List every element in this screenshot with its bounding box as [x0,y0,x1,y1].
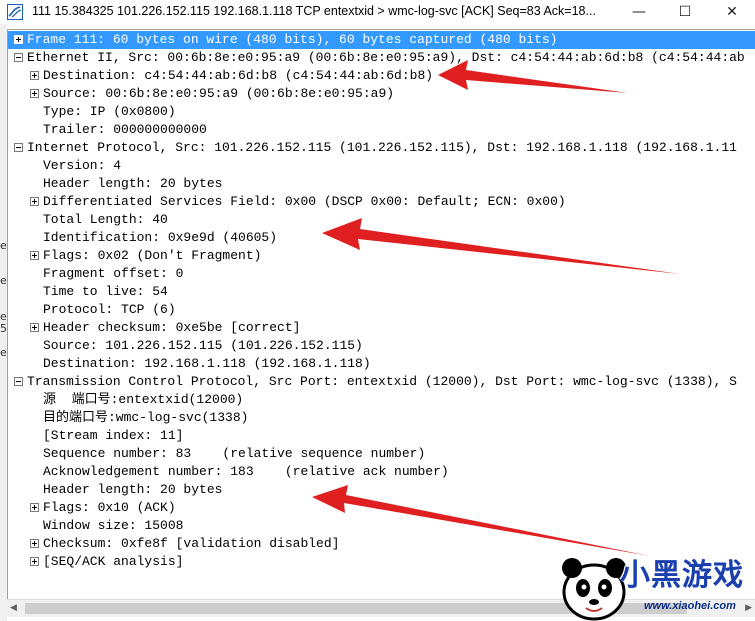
collapse-icon[interactable] [14,53,23,62]
tree-row-text: Window size: 15008 [43,518,184,533]
strip-char: e [0,346,7,359]
scroll-left-icon[interactable]: ◀ [10,603,17,613]
tree-protocol-row[interactable]: Ethernet II, Src: 00:6b:8e:e0:95:a9 (00:… [8,49,755,67]
strip-char: 5 [0,322,7,335]
tree-row-text: Destination: c4:54:44:ab:6d:b8 (c4:54:44… [43,68,434,83]
tree-field-row[interactable]: Destination: c4:54:44:ab:6d:b8 (c4:54:44… [8,67,755,85]
tree-row-text: [Stream index: 11] [43,428,184,443]
tree-field-row[interactable]: Acknowledgement number: 183 (relative ac… [8,463,755,481]
tree-field-row[interactable]: 源 端口号:entextxid(12000) [8,391,755,409]
tree-field-row[interactable]: Version: 4 [8,157,755,175]
tree-row-text: Differentiated Services Field: 0x00 (DSC… [43,194,566,209]
tree-row-text: Version: 4 [43,158,122,173]
title-bar: 111 15.384325 101.226.152.115 192.168.1.… [0,0,755,24]
tree-row-text: Source: 101.226.152.115 (101.226.152.115… [43,338,363,353]
tree-field-row[interactable]: Protocol: TCP (6) [8,301,755,319]
tree-field-row[interactable]: Trailer: 000000000000 [8,121,755,139]
expand-icon[interactable] [30,197,39,206]
tree-field-row[interactable]: Identification: 0x9e9d (40605) [8,229,755,247]
tree-row-text: 目的端口号:wmc-log-svc(1338) [43,410,249,425]
collapse-icon[interactable] [14,143,23,152]
tree-field-row[interactable]: Flags: 0x02 (Don't Fragment) [8,247,755,265]
expand-icon[interactable] [30,323,39,332]
expand-icon[interactable] [30,89,39,98]
tree-field-row[interactable]: Time to live: 54 [8,283,755,301]
expand-icon[interactable] [30,71,39,80]
watermark-url: www.xiaohei.com [644,600,736,612]
panda-logo [562,558,626,621]
tree-row-text: Trailer: 000000000000 [43,122,207,137]
tree-row-text: Type: IP (0x0800) [43,104,176,119]
tree-row-text: Protocol: TCP (6) [43,302,176,317]
expand-icon[interactable] [30,557,39,566]
close-button[interactable]: ✕ [709,0,755,24]
tree-field-row[interactable]: Window size: 15008 [8,517,755,535]
tree-row-text: Fragment offset: 0 [43,266,184,281]
tree-row-text: Checksum: 0xfe8f [validation disabled] [43,536,340,551]
expand-icon[interactable] [14,35,23,44]
tree-field-row[interactable]: Source: 101.226.152.115 (101.226.152.115… [8,337,755,355]
tree-field-row[interactable]: Header length: 20 bytes [8,175,755,193]
collapse-icon[interactable] [14,377,23,386]
tree-row-text: Ethernet II, Src: 00:6b:8e:e0:95:a9 (00:… [27,50,745,65]
watermark: 小黑游戏 www.xiaohei.com [560,548,755,621]
minimize-icon: — [632,4,646,20]
packet-details-tree[interactable]: Frame 111: 60 bytes on wire (480 bits), … [7,29,755,600]
tree-field-row[interactable]: Header checksum: 0xe5be [correct] [8,319,755,337]
tree-field-row[interactable]: Differentiated Services Field: 0x00 (DSC… [8,193,755,211]
tree-row-text: Time to live: 54 [43,284,168,299]
tree-row-text: [SEQ/ACK analysis] [43,554,184,569]
tree-row-text: Sequence number: 83 (relative sequence n… [43,446,426,461]
background-window-strip: e e e 5 e [0,24,7,621]
tree-row-text: Frame 111: 60 bytes on wire (480 bits), … [27,32,558,47]
tree-row-text: Flags: 0x02 (Don't Fragment) [43,248,262,263]
tree-row-text: Transmission Control Protocol, Src Port:… [27,374,737,389]
tree-row-text: Flags: 0x10 (ACK) [43,500,176,515]
tree-protocol-row[interactable]: Frame 111: 60 bytes on wire (480 bits), … [8,31,755,49]
tree-protocol-row[interactable]: Internet Protocol, Src: 101.226.152.115 … [8,139,755,157]
close-icon: ✕ [726,4,738,20]
tree-row-text: Source: 00:6b:8e:e0:95:a9 (00:6b:8e:e0:9… [43,86,395,101]
maximize-button[interactable]: ☐ [662,0,708,24]
maximize-icon: ☐ [678,4,692,20]
expand-icon[interactable] [30,251,39,260]
tree-field-row[interactable]: Source: 00:6b:8e:e0:95:a9 (00:6b:8e:e0:9… [8,85,755,103]
strip-char: e [0,239,7,252]
wireshark-app-icon [7,4,23,20]
tree-field-row[interactable]: Destination: 192.168.1.118 (192.168.1.11… [8,355,755,373]
tree-field-row[interactable]: Sequence number: 83 (relative sequence n… [8,445,755,463]
tree-field-row[interactable]: Total Length: 40 [8,211,755,229]
watermark-brand: 小黑游戏 [620,558,744,593]
window-title: 111 15.384325 101.226.152.115 192.168.1.… [32,4,596,18]
expand-icon[interactable] [30,539,39,548]
tree-field-row[interactable]: Header length: 20 bytes [8,481,755,499]
tree-row-text: Internet Protocol, Src: 101.226.152.115 … [27,140,737,155]
expand-icon[interactable] [30,503,39,512]
tree-row-text: Header length: 20 bytes [43,482,223,497]
tree-row-text: Header length: 20 bytes [43,176,223,191]
minimize-button[interactable]: — [616,0,662,24]
tree-row-text: 源 端口号:entextxid(12000) [43,392,244,407]
tree-row-text: Identification: 0x9e9d (40605) [43,230,278,245]
tree-protocol-row[interactable]: Transmission Control Protocol, Src Port:… [8,373,755,391]
tree-field-row[interactable]: Fragment offset: 0 [8,265,755,283]
tree-field-row[interactable]: Flags: 0x10 (ACK) [8,499,755,517]
strip-char: e [0,274,7,287]
tree-field-row[interactable]: 目的端口号:wmc-log-svc(1338) [8,409,755,427]
tree-row-text: Destination: 192.168.1.118 (192.168.1.11… [43,356,371,371]
tree-field-row[interactable]: Type: IP (0x0800) [8,103,755,121]
tree-field-row[interactable]: [Stream index: 11] [8,427,755,445]
tree-row-text: Total Length: 40 [43,212,168,227]
tree-row-text: Header checksum: 0xe5be [correct] [43,320,301,335]
tree-row-text: Acknowledgement number: 183 (relative ac… [43,464,449,479]
